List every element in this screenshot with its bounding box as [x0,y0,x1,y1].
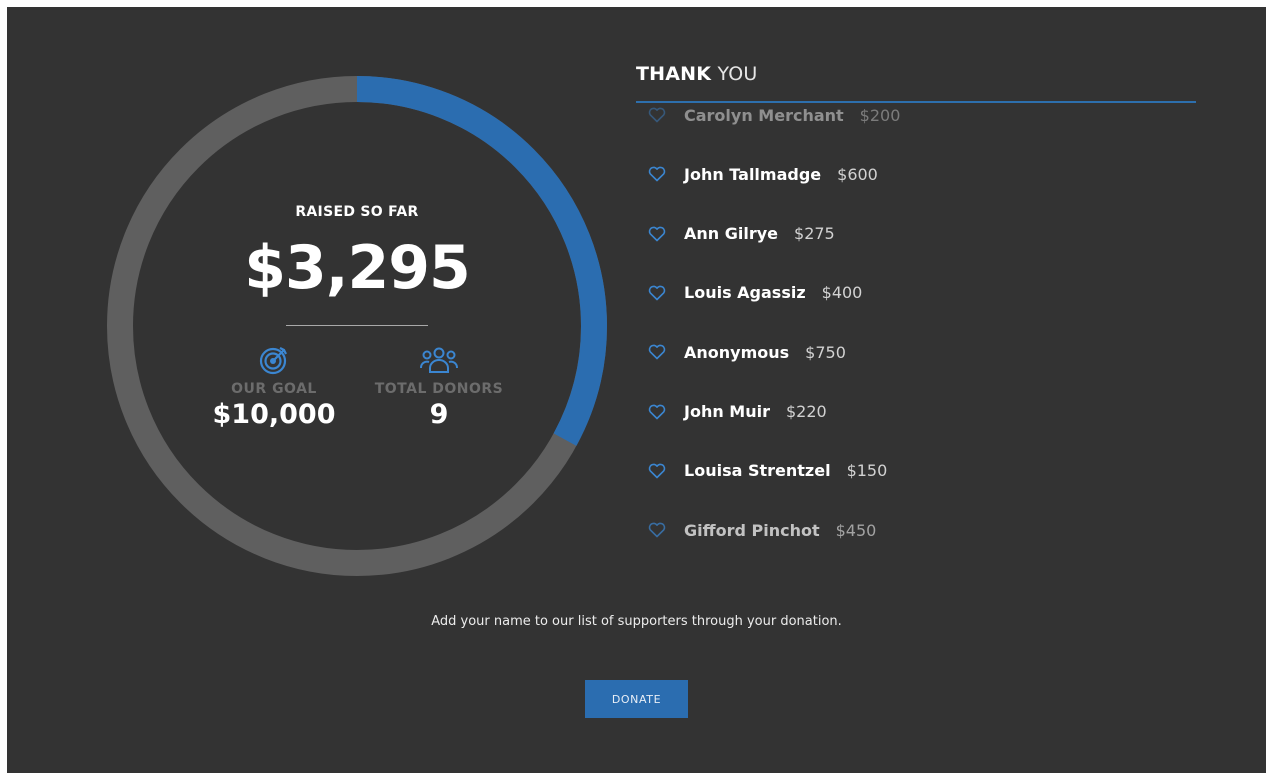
donors-value: 9 [429,399,449,430]
donate-button[interactable]: DONATE [585,680,688,718]
goal-label: OUR GOAL [231,381,317,397]
thank-you-heading: THANK YOU [636,63,757,85]
donor-row: Louis Agassiz $400 [636,278,862,308]
thank-you-light: YOU [717,63,758,85]
donation-panel: RAISED SO FAR $3,295 OUR GOAL $10,000 TO… [7,7,1266,773]
donor-name: Gifford Pinchot [684,520,820,540]
heart-icon [648,107,666,123]
donor-row: Carolyn Merchant $200 [636,103,900,130]
heart-icon [648,166,666,182]
heart-icon [648,285,666,301]
donor-name: Louis Agassiz [684,283,806,303]
donor-row: Anonymous $750 [636,337,846,367]
heart-icon [648,226,666,241]
donor-name: Louisa Strentzel [684,461,831,481]
donor-amount: $220 [785,402,827,421]
donor-name: John Tallmadge [684,164,822,184]
heart-icon [648,463,666,479]
donor-name: John Muir [684,402,770,421]
progress-summary: RAISED SO FAR $3,295 OUR GOAL $10,000 TO… [107,76,607,576]
donor-row: Ann Gilrye $275 [636,219,835,249]
donors-label: TOTAL DONORS [374,381,504,397]
donor-row: Louisa Strentzel $150 [636,456,887,486]
donor-row: John Muir $220 [636,397,827,427]
donor-name: Anonymous [684,342,790,362]
cta-message: Add your name to our list of supporters … [431,614,842,629]
raised-amount: $3,295 [244,233,471,303]
goal-value: $10,000 [212,399,336,430]
donor-amount: $275 [794,224,835,244]
goal-stat: OUR GOAL $10,000 [202,344,346,430]
donor-amount: $400 [821,283,863,303]
heart-icon [648,522,666,538]
donor-amount: $750 [805,342,846,362]
donor-name: Carolyn Merchant [684,105,844,125]
donor-amount: $150 [846,461,888,481]
target-icon [259,347,287,375]
donor-list[interactable]: Carolyn Merchant $200 John Tallmadge $600 An… [636,103,1196,545]
donor-amount: $600 [837,164,878,184]
raised-label: RAISED SO FAR [295,204,419,220]
donor-row: John Tallmadge $600 [636,159,878,189]
donors-stat: TOTAL DONORS 9 [361,344,517,430]
people-icon [420,347,458,373]
donor-row: Gifford Pinchot $450 [636,515,876,545]
summary-divider [286,325,428,326]
donor-amount: $450 [835,520,877,540]
thank-you-bold: THANK [636,63,712,85]
heart-icon [648,344,666,360]
heart-icon [648,404,666,419]
donor-amount: $200 [859,105,901,125]
donor-name: Ann Gilrye [684,224,779,244]
